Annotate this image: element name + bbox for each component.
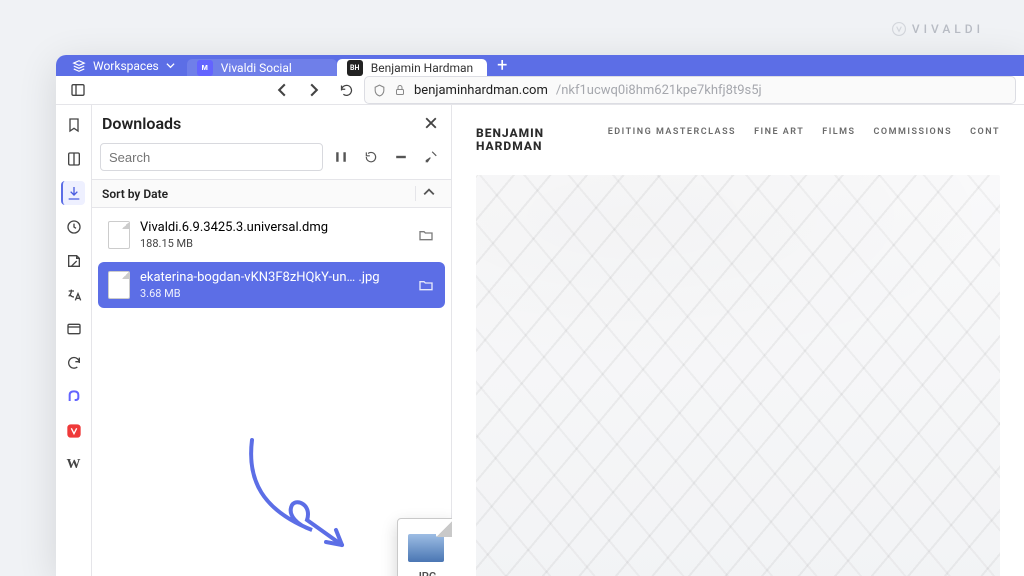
panel-toggle-button[interactable] bbox=[64, 76, 92, 104]
dragged-thumb bbox=[408, 534, 444, 562]
sort-row[interactable]: Sort by Date bbox=[92, 179, 451, 208]
rail-notes[interactable] bbox=[62, 249, 86, 273]
download-size: 3.68 MB bbox=[140, 287, 407, 300]
panel-rail: W bbox=[56, 105, 92, 576]
panel-tool-row bbox=[92, 139, 451, 179]
window-icon bbox=[66, 321, 82, 337]
mastodon-favicon-icon: ᴍ bbox=[197, 60, 213, 76]
hero-image bbox=[476, 175, 1000, 576]
drag-arrow-illustration bbox=[202, 430, 382, 570]
rail-sessions[interactable] bbox=[62, 351, 86, 375]
folder-open-icon[interactable] bbox=[417, 277, 435, 293]
panel-title: Downloads bbox=[102, 114, 181, 133]
tab-vivaldi-social[interactable]: ᴍ Vivaldi Social bbox=[187, 59, 337, 76]
download-item-selected[interactable]: ekaterina-bogdan-vKN3F8zHQkY-un… .jpg 3.… bbox=[98, 262, 445, 308]
site-nav: EDITING MASTERCLASS FINE ART FILMS COMMI… bbox=[608, 127, 1000, 137]
download-filename: ekaterina-bogdan-vKN3F8zHQkY-un… .jpg bbox=[140, 270, 407, 285]
rail-vivaldi[interactable] bbox=[62, 419, 86, 443]
workspaces-button[interactable]: Workspaces bbox=[60, 55, 187, 76]
url-path: /nkf1ucwq0i8hm621kpe7khfj8t9s5j bbox=[556, 83, 762, 98]
download-filename: Vivaldi.6.9.3425.3.universal.dmg bbox=[140, 220, 407, 235]
dragged-file-ext: JPG bbox=[416, 570, 437, 576]
reload-button[interactable] bbox=[332, 76, 360, 104]
vivaldi-logo-icon bbox=[892, 22, 906, 36]
nav-item[interactable]: EDITING MASTERCLASS bbox=[608, 127, 736, 137]
clear-button[interactable] bbox=[419, 143, 443, 171]
site-favicon-icon: BH bbox=[347, 60, 363, 76]
tab-label: Vivaldi Social bbox=[221, 61, 292, 75]
mastodon-icon bbox=[66, 389, 82, 405]
remove-button[interactable] bbox=[389, 143, 413, 171]
translate-icon bbox=[66, 287, 82, 303]
nav-item[interactable]: CONT bbox=[970, 127, 1000, 137]
rail-mastodon[interactable] bbox=[62, 385, 86, 409]
sort-label: Sort by Date bbox=[102, 187, 168, 201]
wikipedia-icon: W bbox=[67, 457, 81, 473]
chevron-right-icon bbox=[307, 83, 321, 97]
chevron-down-icon bbox=[166, 61, 175, 70]
pause-icon bbox=[335, 151, 347, 163]
rail-history[interactable] bbox=[62, 215, 86, 239]
reload-icon bbox=[339, 83, 354, 98]
sync-icon bbox=[66, 355, 82, 371]
vivaldi-icon bbox=[66, 423, 82, 439]
tab-bar: Workspaces ᴍ Vivaldi Social BH Benjamin … bbox=[56, 55, 1024, 76]
folder-open-icon[interactable] bbox=[417, 227, 435, 243]
chevron-up-icon bbox=[423, 186, 435, 198]
bookmark-icon bbox=[66, 117, 82, 133]
minus-icon bbox=[395, 151, 407, 163]
broom-icon bbox=[424, 150, 438, 164]
rail-window[interactable] bbox=[62, 317, 86, 341]
web-content: BENJAMIN HARDMAN EDITING MASTERCLASS FIN… bbox=[452, 105, 1024, 576]
rail-wikipedia[interactable]: W bbox=[62, 453, 86, 477]
tab-benjamin-hardman[interactable]: BH Benjamin Hardman bbox=[337, 59, 487, 76]
nav-item[interactable]: COMMISSIONS bbox=[874, 127, 953, 137]
vivaldi-watermark: VIVALDI bbox=[892, 22, 984, 36]
file-icon bbox=[108, 221, 130, 249]
downloads-panel: Downloads Sort by Date bbox=[92, 105, 452, 576]
browser-window: Workspaces ᴍ Vivaldi Social BH Benjamin … bbox=[56, 55, 1024, 576]
address-bar[interactable]: benjaminhardman.com/nkf1ucwq0i8hm621kpe7… bbox=[364, 76, 1016, 104]
watermark-text: VIVALDI bbox=[912, 22, 984, 36]
clock-icon bbox=[66, 219, 82, 235]
close-icon bbox=[425, 117, 437, 129]
workspaces-icon bbox=[72, 59, 86, 73]
download-icon bbox=[66, 185, 82, 201]
rail-bookmarks[interactable] bbox=[62, 113, 86, 137]
shield-icon bbox=[373, 84, 386, 97]
new-tab-button[interactable]: + bbox=[487, 55, 517, 76]
restart-button[interactable] bbox=[359, 143, 383, 171]
rail-reading-list[interactable] bbox=[62, 147, 86, 171]
nav-item[interactable]: FINE ART bbox=[754, 127, 804, 137]
brand-line2: HARDMAN bbox=[476, 140, 544, 153]
dragged-file-preview: JPG bbox=[397, 518, 455, 576]
book-icon bbox=[66, 151, 82, 167]
sidebar-icon bbox=[70, 82, 86, 98]
sort-toggle-button[interactable] bbox=[415, 186, 441, 201]
site-header: BENJAMIN HARDMAN EDITING MASTERCLASS FIN… bbox=[476, 127, 1000, 153]
workspaces-label: Workspaces bbox=[93, 59, 159, 73]
nav-item[interactable]: FILMS bbox=[822, 127, 855, 137]
downloads-list: Vivaldi.6.9.3425.3.universal.dmg 188.15 … bbox=[92, 208, 451, 312]
rail-downloads[interactable] bbox=[61, 181, 85, 205]
rail-translate[interactable] bbox=[62, 283, 86, 307]
body-area: W Downloads Sort by Date bbox=[56, 105, 1024, 576]
notes-icon bbox=[66, 253, 82, 269]
site-brand[interactable]: BENJAMIN HARDMAN bbox=[476, 127, 544, 153]
file-icon bbox=[108, 271, 130, 299]
nav-forward-button[interactable] bbox=[300, 76, 328, 104]
url-host: benjaminhardman.com bbox=[414, 83, 548, 98]
nav-back-button[interactable] bbox=[268, 76, 296, 104]
download-size: 188.15 MB bbox=[140, 237, 407, 250]
panel-close-button[interactable] bbox=[421, 113, 441, 133]
tab-label: Benjamin Hardman bbox=[371, 61, 473, 75]
pause-all-button[interactable] bbox=[329, 143, 353, 171]
downloads-search-input[interactable] bbox=[100, 143, 323, 171]
download-item[interactable]: Vivaldi.6.9.3425.3.universal.dmg 188.15 … bbox=[98, 212, 445, 258]
restart-icon bbox=[364, 150, 378, 164]
toolbar-row: benjaminhardman.com/nkf1ucwq0i8hm621kpe7… bbox=[56, 76, 1024, 105]
lock-icon bbox=[394, 84, 406, 96]
chevron-left-icon bbox=[275, 83, 289, 97]
